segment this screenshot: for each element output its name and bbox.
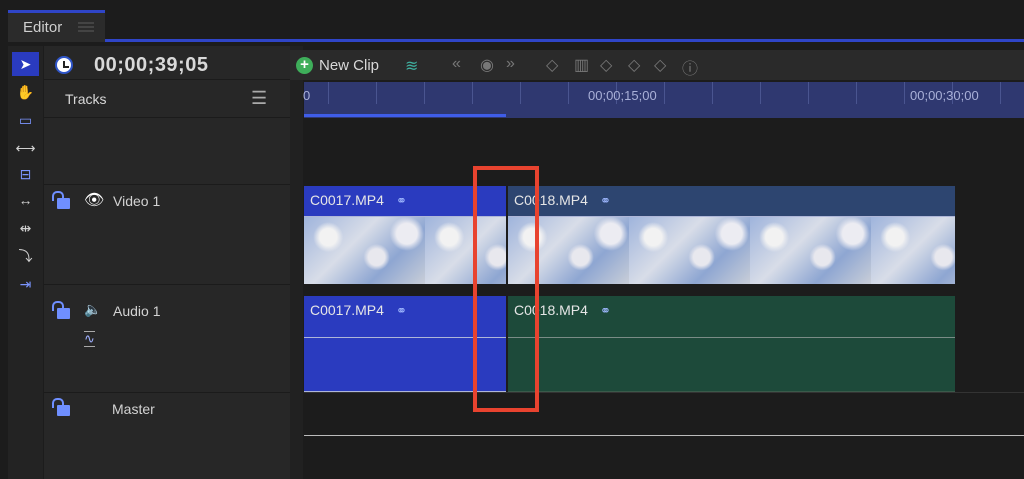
next-keyframe-icon[interactable]: » — [506, 55, 515, 73]
eye-icon[interactable]: 👁 — [84, 190, 104, 210]
slide-tool-icon[interactable]: ⇹ — [12, 216, 39, 240]
slip-tool-icon[interactable]: ⊟ — [12, 162, 39, 186]
link-icon: ⚭ — [599, 303, 611, 318]
keyframe-diamond-icon[interactable]: ◇ — [546, 55, 558, 75]
link-icon: ⚭ — [395, 193, 407, 208]
roll-tool-icon[interactable]: ↔ — [12, 188, 39, 212]
clip-name: C0017.MP4 — [310, 192, 384, 208]
tool-palette: ➤ ✋ ▭ ⟷ ⊟ ↔ ⇹ ⤵ ⇥ — [8, 46, 43, 479]
keyframe-linear-icon[interactable]: ◇ — [600, 55, 612, 75]
unlock-icon[interactable] — [52, 398, 70, 416]
hand-tool-icon[interactable]: ✋ — [12, 80, 39, 104]
keyframe-ease-icon[interactable]: ◇ — [628, 55, 640, 75]
layers-add-icon[interactable]: ≋ — [405, 56, 418, 76]
tracks-label: Tracks — [65, 91, 107, 107]
track-header-video-1[interactable]: 👁 Video 1 — [44, 185, 290, 285]
tab-underline — [105, 39, 1024, 42]
master-volume-line[interactable] — [304, 435, 1024, 436]
clip-name: C0017.MP4 — [310, 302, 384, 318]
tracks-header: Tracks ☰ — [44, 80, 290, 118]
ruler-label: 0 — [303, 88, 311, 103]
panel-divider[interactable] — [290, 46, 303, 479]
keyframe-hold-icon[interactable]: ▥ — [574, 55, 589, 75]
clip-thumbnails — [508, 217, 955, 284]
highlight-box — [473, 166, 539, 412]
clock-icon — [55, 56, 73, 74]
track-name: Master — [112, 401, 155, 417]
track-divider — [304, 392, 1024, 393]
tracks-menu-icon[interactable]: ☰ — [251, 88, 267, 109]
new-clip-button[interactable]: + New Clip — [296, 50, 379, 80]
add-keyframe-icon[interactable]: ◉ — [480, 55, 494, 75]
ripple-tool-icon[interactable]: ⟷ — [12, 136, 39, 160]
tab-menu-icon[interactable] — [78, 22, 94, 32]
keyframe-info-icon[interactable]: ⓘ — [682, 55, 698, 79]
unlock-icon[interactable] — [52, 301, 70, 319]
ruler-label: 00;00;15;00 — [588, 88, 657, 103]
timecode-display[interactable]: 00;00;39;05 — [94, 54, 208, 77]
timeline-ruler[interactable]: 0 00;00;15;00 00;00;30;00 — [303, 82, 1024, 118]
video-clip-c0018[interactable]: C0018.MP4 ⚭ — [508, 186, 955, 284]
plus-icon: + — [296, 56, 313, 74]
tab-label: Editor — [23, 19, 63, 36]
speaker-icon[interactable]: 🔈 — [84, 301, 101, 318]
previous-keyframe-icon[interactable]: « — [452, 55, 461, 73]
tab-editor[interactable]: Editor — [8, 10, 105, 42]
new-clip-label: New Clip — [319, 56, 380, 74]
unlock-icon[interactable] — [52, 191, 70, 209]
track-header-audio-1[interactable]: 🔈 Audio 1 ∿ — [44, 295, 290, 393]
transition-tool-icon[interactable]: ⤵ — [12, 244, 39, 268]
track-name: Video 1 — [113, 193, 161, 209]
timeline-toolbar: + New Clip ≋ « ◉ » ◇ ▥ ◇ ◇ ◇ ⓘ — [290, 50, 1024, 80]
empty-track-row — [44, 118, 290, 185]
timecode-area: 00;00;39;05 — [44, 50, 290, 80]
link-icon: ⚭ — [599, 193, 611, 208]
keyframe-bezier-icon[interactable]: ◇ — [654, 55, 666, 75]
track-header-master[interactable]: Master — [44, 393, 290, 479]
render-progress-bar — [304, 114, 506, 117]
audio-clip-c0018[interactable]: C0018.MP4 ⚭ — [508, 296, 955, 392]
link-icon: ⚭ — [395, 303, 407, 318]
ruler-label: 00;00;30;00 — [910, 88, 979, 103]
razor-tool-icon[interactable]: ▭ — [12, 108, 39, 132]
track-name: Audio 1 — [113, 303, 161, 319]
selection-tool-icon[interactable]: ➤ — [12, 52, 39, 76]
insert-tool-icon[interactable]: ⇥ — [12, 272, 39, 296]
volume-envelope-icon[interactable]: ∿ — [84, 331, 95, 347]
